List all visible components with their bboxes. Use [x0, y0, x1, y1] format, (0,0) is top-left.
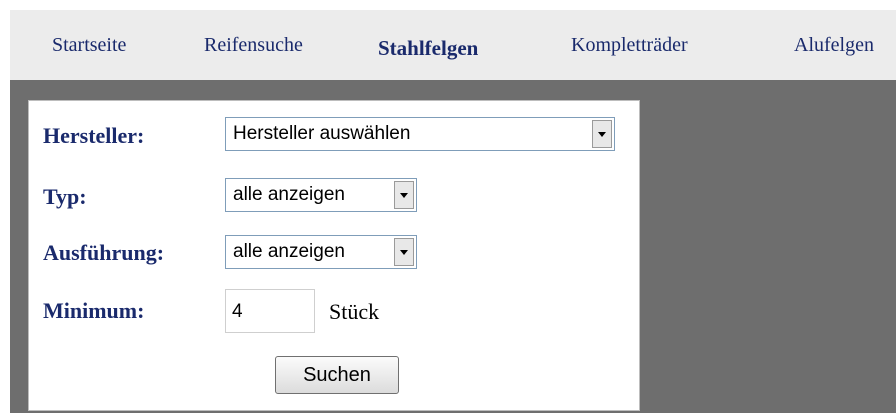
typ-label: Typ:: [43, 184, 87, 209]
nav-item-stahlfelgen[interactable]: Stahlfelgen: [378, 36, 478, 61]
hersteller-select[interactable]: Hersteller auswählen: [225, 117, 615, 151]
nav-item-startseite[interactable]: Startseite: [52, 34, 126, 57]
minimum-input[interactable]: 4: [225, 289, 315, 333]
ausfuehrung-dropdown-button[interactable]: [394, 238, 414, 266]
hersteller-select-value: Hersteller auswählen: [233, 123, 411, 144]
hersteller-dropdown-button[interactable]: [592, 120, 612, 148]
ausfuehrung-select[interactable]: alle anzeigen: [225, 235, 417, 269]
minimum-label: Minimum:: [43, 298, 145, 323]
minimum-unit: Stück: [329, 299, 380, 324]
top-navigation: Startseite Reifensuche Stahlfelgen Kompl…: [0, 0, 896, 80]
hersteller-label: Hersteller:: [43, 123, 145, 148]
chevron-down-icon: [400, 250, 408, 255]
chevron-down-icon: [598, 132, 606, 137]
search-button[interactable]: Suchen: [275, 356, 399, 394]
ausfuehrung-label: Ausführung:: [43, 240, 165, 265]
search-form-panel: Hersteller: Hersteller auswählen Typ: al…: [28, 100, 640, 411]
nav-item-alufelgen[interactable]: Alufelgen: [794, 34, 874, 57]
nav-item-komplettraeder[interactable]: Kompletträder: [571, 34, 688, 57]
typ-select[interactable]: alle anzeigen: [225, 178, 417, 212]
chevron-down-icon: [400, 193, 408, 198]
typ-dropdown-button[interactable]: [394, 181, 414, 209]
nav-item-reifensuche[interactable]: Reifensuche: [204, 34, 303, 57]
typ-select-value: alle anzeigen: [233, 184, 345, 205]
ausfuehrung-select-value: alle anzeigen: [233, 241, 345, 262]
